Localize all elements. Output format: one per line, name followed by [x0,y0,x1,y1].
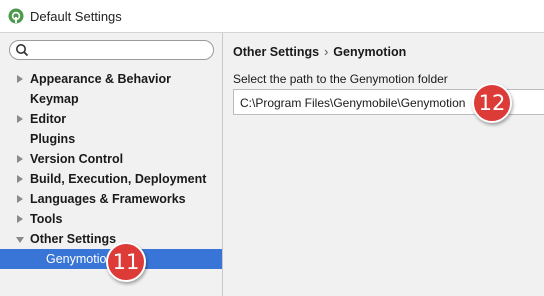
tree-item-label: Other Settings [30,232,117,246]
tree-item-label: Genymotion [46,252,114,266]
genymotion-path-label: Select the path to the Genymotion folder [233,72,448,86]
settings-content: Other Settings › Genymotion Select the pat… [223,33,544,296]
tree-item-other-settings[interactable]: Other Settings [0,229,222,249]
tree-item-tools[interactable]: Tools [0,209,222,229]
expand-arrow-icon[interactable] [17,215,23,223]
tree-item-label: Plugins [30,132,76,146]
breadcrumb-current: Genymotion [333,45,407,59]
step-badge-11: 11 [106,242,146,282]
search-icon [16,44,29,57]
settings-search-box[interactable] [9,40,214,60]
collapse-arrow-icon[interactable] [16,237,24,243]
tree-item-build-execution-deployment[interactable]: Build, Execution, Deployment [0,169,222,189]
tree-item-editor[interactable]: Editor [0,109,222,129]
tree-item-label: Editor [30,112,67,126]
expand-arrow-icon[interactable] [17,155,23,163]
tree-item-label: Build, Execution, Deployment [30,172,207,186]
android-studio-icon [8,8,24,24]
expand-arrow-icon[interactable] [17,75,23,83]
window-title: Default Settings [30,9,122,24]
tree-item-label: Version Control [30,152,124,166]
tree-item-appearance-behavior[interactable]: Appearance & Behavior [0,69,222,89]
breadcrumb-separator: › [324,45,329,59]
expand-arrow-icon[interactable] [17,115,23,123]
step-badge-12: 12 [472,83,512,123]
tree-item-languages-frameworks[interactable]: Languages & Frameworks [0,189,222,209]
tree-item-label: Tools [30,212,63,226]
breadcrumb-parent: Other Settings [233,45,320,59]
title-bar: Default Settings [0,0,544,32]
tree-item-keymap[interactable]: Keymap [0,89,222,109]
tree-item-label: Appearance & Behavior [30,72,172,86]
tree-item-version-control[interactable]: Version Control [0,149,222,169]
tree-item-label: Keymap [30,92,79,106]
tree-item-label: Languages & Frameworks [30,192,186,206]
expand-arrow-icon[interactable] [17,175,23,183]
expand-arrow-icon[interactable] [17,195,23,203]
tree-item-plugins[interactable]: Plugins [0,129,222,149]
search-input[interactable] [32,42,207,58]
breadcrumb: Other Settings › Genymotion [233,45,406,59]
